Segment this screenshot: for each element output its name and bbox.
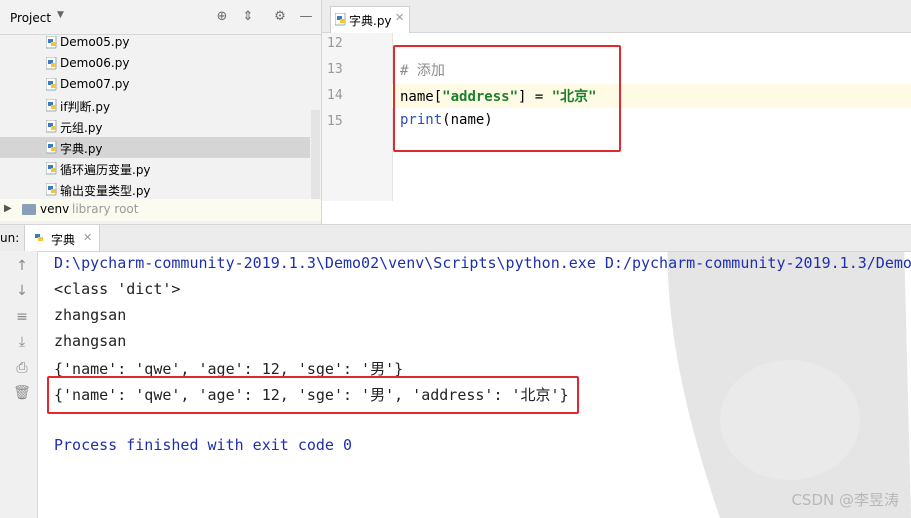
close-icon[interactable]: ✕ xyxy=(83,231,92,244)
tree-item-file[interactable]: 字典.py xyxy=(0,137,310,158)
tree-item-file[interactable]: if判断.py xyxy=(0,95,310,116)
python-file-icon xyxy=(35,234,43,241)
tree-item-file[interactable]: 循环遍历变量.py xyxy=(0,158,310,179)
venv-label: venv xyxy=(40,202,70,216)
soft-wrap-icon[interactable]: ≡ xyxy=(13,308,31,326)
folder-icon xyxy=(22,204,36,215)
python-file-icon xyxy=(46,120,57,133)
editor-tab-bar xyxy=(322,0,911,33)
venv-note: library root xyxy=(72,202,139,216)
close-icon[interactable]: ✕ xyxy=(395,11,404,24)
run-tab-label: 字典 xyxy=(51,233,76,247)
tree-item-label: 输出变量类型.py xyxy=(60,184,151,198)
highlight-box-code xyxy=(393,45,621,152)
tree-item-file[interactable]: Demo05.py xyxy=(0,32,310,53)
python-file-icon xyxy=(46,57,57,70)
watermark: CSDN @李昱涛 xyxy=(791,491,899,509)
tree-item-label: 字典.py xyxy=(60,142,103,156)
line-number: 15 xyxy=(327,114,343,129)
tree-item-label: Demo05.py xyxy=(60,35,130,49)
run-tab[interactable]: 字典 ✕ xyxy=(24,225,100,251)
run-toolbar: ↑ ↓ ≡ ⤓ ⎙ 🗑 xyxy=(0,251,38,518)
collapse-all-icon[interactable]: ⇕ xyxy=(240,9,256,25)
tree-item-label: Demo06.py xyxy=(60,56,130,70)
tree-item-label: 循环遍历变量.py xyxy=(60,163,151,177)
console-line: <class 'dict'> xyxy=(54,280,181,298)
line-number: 14 xyxy=(327,88,343,103)
line-number: 13 xyxy=(327,62,343,77)
tree-item-file[interactable]: Demo06.py xyxy=(0,53,310,74)
trash-icon[interactable]: 🗑 xyxy=(13,384,31,402)
chevron-right-icon[interactable]: ▶ xyxy=(4,203,12,214)
highlight-box-output xyxy=(47,376,579,414)
run-tab-bar: un: 字典 ✕ xyxy=(0,224,911,252)
tree-item-label: 元组.py xyxy=(60,121,103,135)
arrow-up-icon[interactable]: ↑ xyxy=(13,257,31,275)
project-title[interactable]: Project xyxy=(10,11,51,25)
editor-tab-label: 字典.py xyxy=(349,14,392,28)
python-file-icon xyxy=(335,13,346,26)
gear-icon[interactable]: ⚙ xyxy=(272,9,288,25)
locate-target-icon[interactable]: ⊕ xyxy=(214,9,230,25)
tree-item-venv[interactable]: ▶ venv library root xyxy=(0,199,321,221)
chevron-down-icon[interactable]: ▼ xyxy=(57,10,64,20)
tab-dict-py[interactable]: 字典.py ✕ xyxy=(330,6,410,33)
python-file-icon xyxy=(46,162,57,175)
scroll-to-end-icon[interactable]: ⤓ xyxy=(13,333,31,351)
python-file-icon xyxy=(46,36,57,49)
tree-item-file[interactable]: 元组.py xyxy=(0,116,310,137)
console-line: zhangsan xyxy=(54,332,127,350)
tree-item-label: if判断.py xyxy=(60,100,111,114)
console-exit-line: Process finished with exit code 0 xyxy=(54,436,353,454)
run-label: un: xyxy=(0,231,20,245)
python-file-icon xyxy=(46,78,57,91)
tree-item-file[interactable]: Demo07.py xyxy=(0,74,310,95)
python-file-icon xyxy=(46,141,57,154)
python-file-icon xyxy=(46,183,57,196)
tree-item-label: Demo07.py xyxy=(60,77,130,91)
console-line: zhangsan xyxy=(54,306,127,324)
python-file-icon xyxy=(46,99,57,112)
arrow-down-icon[interactable]: ↓ xyxy=(13,282,31,300)
tree-item-file[interactable]: 输出变量类型.py xyxy=(0,179,310,200)
console-line: D:\pycharm-community-2019.1.3\Demo02\ven… xyxy=(54,254,911,272)
print-icon[interactable]: ⎙ xyxy=(13,359,31,377)
minimize-icon[interactable]: — xyxy=(298,9,314,25)
project-header: Project ▼ ⊕ ⇕ ⚙ — xyxy=(0,0,321,35)
line-number: 12 xyxy=(327,36,343,51)
